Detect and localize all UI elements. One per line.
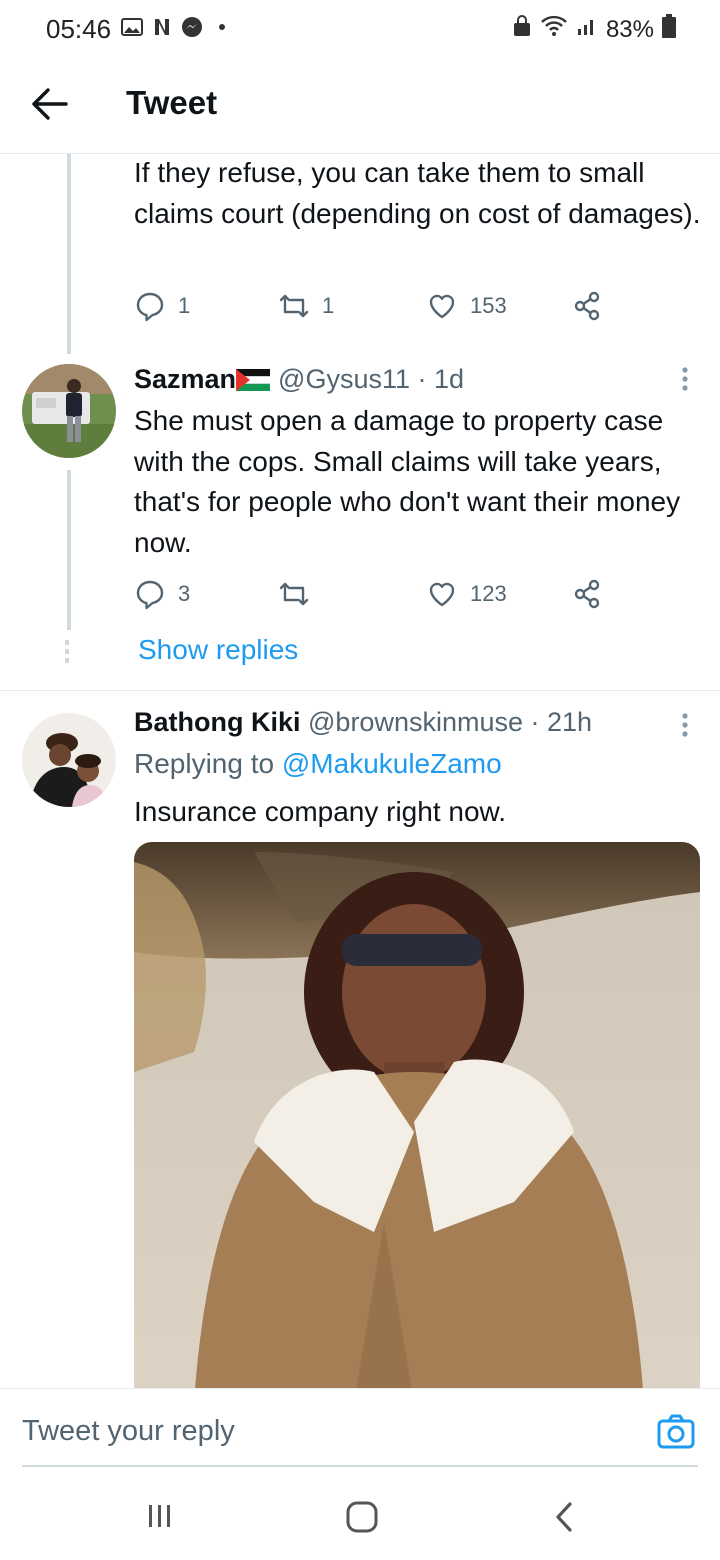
tweet-media-image[interactable] (134, 842, 700, 1402)
like-icon (426, 290, 458, 322)
back-arrow-icon[interactable] (30, 86, 70, 122)
user-handle[interactable]: @Gysus11 (278, 364, 410, 394)
tweet-text: Insurance company right now. (134, 796, 506, 827)
replying-to-line: Replying to @MakukuleZamo (134, 748, 502, 780)
show-replies-link[interactable]: Show replies (138, 634, 298, 666)
reply-button[interactable]: 3 (134, 578, 190, 610)
tweet-actions: 1 1 153 (134, 290, 624, 326)
messenger-icon (180, 16, 204, 38)
composer-underline (22, 1465, 698, 1467)
tweet-header: Sazman @Gysus11 · 1d (134, 364, 464, 398)
like-button[interactable]: 123 (426, 578, 507, 610)
retweet-button[interactable]: 1 (278, 290, 334, 322)
more-icon[interactable] (680, 712, 690, 738)
lock-icon (512, 15, 532, 44)
battery-icon (662, 14, 676, 45)
thread-dots (65, 640, 69, 664)
reply-icon (134, 290, 166, 322)
display-name[interactable]: Bathong Kiki (134, 707, 301, 737)
like-icon (426, 578, 458, 610)
signal-icon (576, 15, 598, 44)
battery-level: 83% (605, 15, 654, 43)
thread-line (67, 154, 71, 354)
share-icon (572, 578, 602, 610)
tweet-header: Bathong Kiki @brownskinmuse · 21h (134, 707, 592, 738)
tweet-actions: 3 123 (134, 578, 624, 614)
share-button[interactable] (572, 578, 602, 610)
status-right: 83% (512, 14, 676, 45)
notification-dot-icon (210, 16, 234, 38)
status-time: 05:46 (46, 14, 112, 44)
more-icon[interactable] (680, 366, 690, 392)
share-icon (572, 290, 602, 322)
camera-icon[interactable] (656, 1412, 696, 1452)
tweet-text: If they refuse, you can take them to sma… (134, 157, 701, 229)
replying-to-label: Replying to (134, 748, 275, 779)
like-button[interactable]: 153 (426, 290, 507, 322)
recents-icon[interactable] (146, 1502, 174, 1535)
page-title: Tweet (126, 84, 218, 121)
tweet-divider (0, 690, 720, 691)
palestine-flag-icon (236, 367, 271, 398)
like-count: 123 (470, 581, 507, 606)
tweet-time: · 21h (530, 707, 593, 737)
retweet-icon (278, 290, 310, 322)
replying-to-mention[interactable]: @MakukuleZamo (282, 748, 502, 779)
retweet-button[interactable] (278, 578, 322, 610)
tweet-text: She must open a damage to property case … (134, 405, 681, 558)
retweet-icon (278, 578, 310, 610)
status-notification-icons (120, 16, 234, 38)
user-handle[interactable]: @brownskinmuse (308, 707, 523, 737)
reply-button[interactable]: 1 (134, 290, 190, 322)
thread-line (67, 470, 71, 630)
reply-count: 1 (178, 293, 191, 318)
share-button[interactable] (572, 290, 602, 322)
reply-icon (134, 578, 166, 610)
wifi-icon (540, 15, 568, 44)
reply-count: 3 (178, 581, 191, 606)
tweet-time: · 1d (417, 364, 465, 394)
home-icon[interactable] (345, 1500, 379, 1539)
retweet-count: 1 (322, 293, 335, 318)
reply-input[interactable]: Tweet your reply (22, 1415, 235, 1448)
like-count: 153 (470, 293, 507, 318)
display-name[interactable]: Sazman (134, 364, 236, 394)
gallery-icon (120, 16, 144, 38)
netflix-icon (150, 16, 174, 38)
avatar[interactable] (22, 713, 116, 807)
avatar[interactable] (22, 364, 116, 458)
back-nav-icon[interactable] (552, 1500, 576, 1539)
